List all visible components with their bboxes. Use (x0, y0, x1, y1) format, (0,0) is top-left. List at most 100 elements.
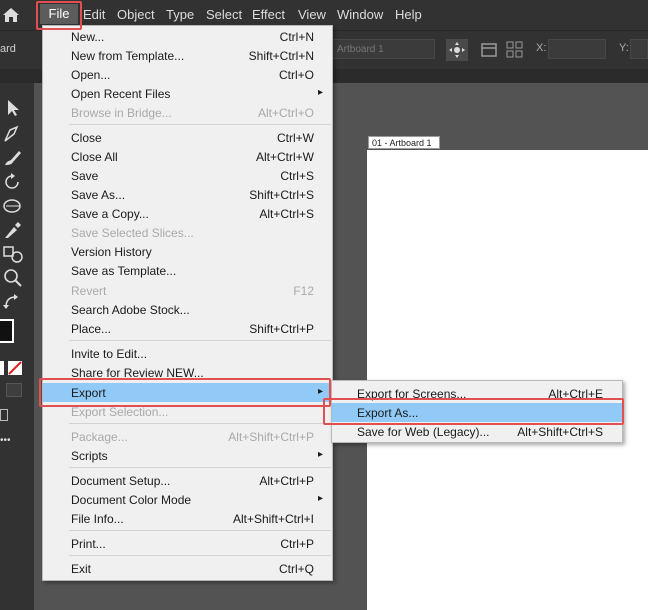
screen-mode-icon[interactable] (0, 409, 8, 421)
menu-item-open[interactable]: Open... Ctrl+O (43, 65, 332, 84)
submenu-arrow-icon: ▸ (317, 493, 323, 504)
menu-separator (69, 530, 331, 531)
menu-item-label: New from Template... (71, 49, 185, 63)
menu-item-package: Package... Alt+Shift+Ctrl+P (43, 427, 332, 446)
menu-item-label: Package... (71, 430, 128, 444)
shape-builder-icon[interactable] (2, 197, 24, 215)
eyedropper-icon[interactable] (2, 221, 24, 239)
menu-item-shortcut: Alt+Shift+Ctrl+P (228, 430, 314, 444)
menu-item-shortcut: Alt+Ctrl+S (259, 207, 314, 221)
menu-item-shortcut: Ctrl+W (277, 131, 314, 145)
menu-item-label: Save as Template... (71, 264, 177, 278)
y-label: Y: (619, 42, 629, 54)
menu-item-shortcut: Ctrl+N (279, 30, 314, 44)
menu-item-place[interactable]: Place... Shift+Ctrl+P (43, 319, 332, 338)
menu-item-print[interactable]: Print... Ctrl+P (43, 534, 332, 553)
menu-item-label: Document Setup... (71, 474, 171, 488)
drawing-mode-icon[interactable] (6, 383, 22, 397)
submenu-arrow-icon: ▸ (317, 449, 323, 460)
menu-item-close-all[interactable]: Close All Alt+Ctrl+W (43, 147, 332, 166)
menu-item-close[interactable]: Close Ctrl+W (43, 128, 332, 147)
menu-item-shortcut: Alt+Ctrl+P (259, 474, 314, 488)
menu-item-label: File Info... (71, 512, 124, 526)
menu-item-label: Export Selection... (71, 405, 169, 419)
menu-item-label: Place... (71, 322, 112, 336)
menu-item-invite-to-edit[interactable]: Invite to Edit... (43, 344, 332, 363)
color-mode-swatch[interactable] (0, 361, 4, 375)
grid-icon[interactable] (504, 39, 526, 61)
menu-object[interactable]: Object (117, 7, 155, 22)
menu-item-version-history[interactable]: Version History (43, 242, 332, 261)
rotate-icon[interactable] (2, 173, 24, 191)
more-tools-icon[interactable]: ••• (0, 435, 11, 446)
menu-item-shortcut: F12 (293, 284, 314, 298)
artboard-options-icon[interactable] (478, 39, 500, 61)
submenu-arrow-icon: ▸ (317, 87, 323, 98)
menu-item-document-color-mode[interactable]: Document Color Mode ▸ (43, 490, 332, 509)
workspace-label: ard (0, 43, 16, 55)
menu-item-label: Exit (71, 562, 92, 576)
menu-item-shortcut: Ctrl+Q (278, 562, 314, 576)
menu-separator (69, 467, 331, 468)
menu-item-save[interactable]: Save Ctrl+S (43, 166, 332, 185)
menu-item-scripts[interactable]: Scripts ▸ (43, 446, 332, 465)
zoom-icon[interactable] (2, 269, 24, 287)
menu-item-browse-in-bridge: Browse in Bridge... Alt+Ctrl+O (43, 103, 332, 122)
y-field[interactable] (630, 39, 648, 59)
menu-window[interactable]: Window (337, 7, 383, 22)
menu-item-save-as-template[interactable]: Save as Template... (43, 261, 332, 280)
swap-colors-icon[interactable] (2, 293, 24, 311)
artboard-name-field[interactable]: Artboard 1 (330, 39, 435, 59)
menu-item-revert: Revert F12 (43, 281, 332, 300)
blend-icon[interactable] (2, 245, 24, 263)
pen-tool-icon[interactable] (2, 125, 24, 143)
move-icon[interactable] (446, 39, 468, 61)
menu-item-label: Browse in Bridge... (71, 106, 172, 120)
menu-item-save-selected-slices: Save Selected Slices... (43, 223, 332, 242)
menu-item-label: Open Recent Files (71, 87, 171, 101)
menu-item-label: New... (71, 30, 105, 44)
menu-separator (69, 555, 331, 556)
menu-item-open-recent[interactable]: Open Recent Files ▸ (43, 84, 332, 103)
menu-item-label: Save (71, 169, 99, 183)
submenu-item-label: Save for Web (Legacy)... (357, 425, 490, 439)
artboard-label: 01 - Artboard 1 (368, 136, 440, 149)
submenu-item-shortcut: Alt+Shift+Ctrl+S (517, 425, 603, 439)
menu-item-save-a-copy[interactable]: Save a Copy... Alt+Ctrl+S (43, 204, 332, 223)
callout-export-as-item (323, 398, 624, 425)
menu-item-label: Save As... (71, 188, 126, 202)
menu-item-shortcut: Alt+Ctrl+W (255, 150, 314, 164)
menu-item-save-as[interactable]: Save As... Shift+Ctrl+S (43, 185, 332, 204)
x-field[interactable] (548, 39, 606, 59)
menu-separator (69, 124, 331, 125)
home-icon[interactable] (2, 6, 20, 24)
fill-color-swatch[interactable] (0, 319, 14, 343)
menu-select[interactable]: Select (206, 7, 242, 22)
menu-item-document-setup[interactable]: Document Setup... Alt+Ctrl+P (43, 471, 332, 490)
menu-view[interactable]: View (298, 7, 326, 22)
menu-item-label: Invite to Edit... (71, 347, 148, 361)
menu-item-label: Open... (71, 68, 111, 82)
none-color-icon[interactable] (8, 361, 22, 375)
menu-item-shortcut: Ctrl+O (278, 68, 314, 82)
menu-separator (69, 340, 331, 341)
menu-edit[interactable]: Edit (83, 7, 105, 22)
menu-separator (69, 423, 331, 424)
menu-item-label: Revert (71, 284, 107, 298)
menu-effect[interactable]: Effect (252, 7, 285, 22)
menu-item-label: Close All (71, 150, 118, 164)
file-menu-dropdown: New... Ctrl+N New from Template... Shift+C… (42, 25, 333, 581)
selection-tool-icon[interactable] (2, 99, 24, 117)
menu-item-new[interactable]: New... Ctrl+N (43, 27, 332, 46)
menu-item-shortcut: Ctrl+P (280, 537, 314, 551)
menu-item-label: Search Adobe Stock... (71, 303, 190, 317)
menu-item-search-adobe-stock[interactable]: Search Adobe Stock... (43, 300, 332, 319)
menu-help[interactable]: Help (395, 7, 422, 22)
menu-item-file-info[interactable]: File Info... Alt+Shift+Ctrl+I (43, 509, 332, 528)
menu-item-label: Save Selected Slices... (71, 226, 194, 240)
menu-item-exit[interactable]: Exit Ctrl+Q (43, 559, 332, 578)
menu-item-shortcut: Ctrl+S (280, 169, 314, 183)
menu-item-new-from-template[interactable]: New from Template... Shift+Ctrl+N (43, 46, 332, 65)
menu-type[interactable]: Type (166, 7, 194, 22)
paintbrush-icon[interactable] (2, 149, 24, 167)
